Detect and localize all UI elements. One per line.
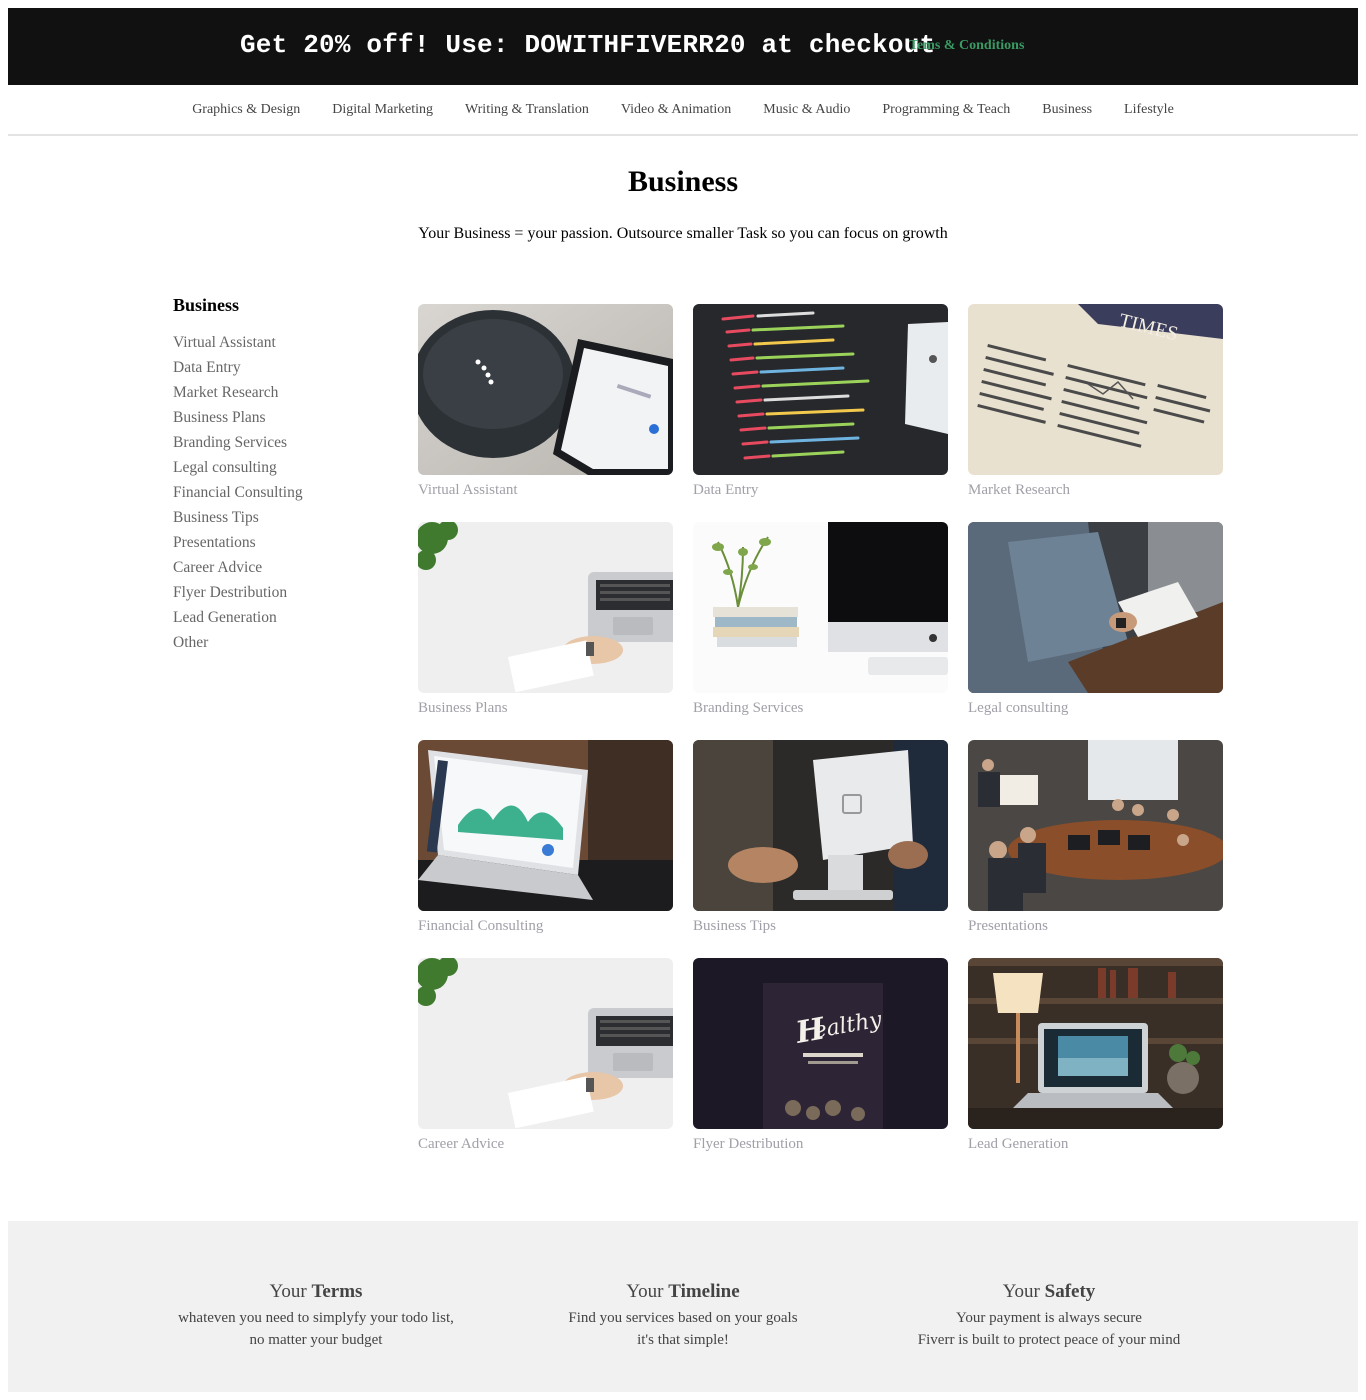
service-card[interactable]: Presentations — [968, 740, 1223, 958]
service-card[interactable]: Lead Generation — [968, 958, 1223, 1176]
sidebar-item-business-plans[interactable]: Business Plans — [173, 409, 373, 434]
sidebar-item-business-tips[interactable]: Business Tips — [173, 509, 373, 534]
service-card-label: Data Entry — [693, 482, 759, 498]
feature-line: whateven you need to simplyfy your todo … — [178, 1310, 454, 1326]
nav-item-music-audio[interactable]: Music & Audio — [747, 102, 866, 118]
category-nav: Graphics & Design Digital Marketing Writ… — [8, 85, 1358, 136]
nav-item-digital-marketing[interactable]: Digital Marketing — [316, 102, 449, 118]
conference-room-photo — [968, 740, 1223, 911]
service-card-label: Presentations — [968, 918, 1048, 934]
service-card[interactable]: H ealthy Flyer Destribution — [693, 958, 948, 1176]
nav-item-lifestyle[interactable]: Lifestyle — [1108, 102, 1190, 118]
nav-item-writing-translation[interactable]: Writing & Translation — [449, 102, 605, 118]
service-card-label: Career Advice — [418, 1136, 505, 1152]
service-card[interactable]: Financial Consulting — [418, 740, 673, 958]
healthy-food-sign-photo: H ealthy — [693, 958, 948, 1129]
service-card-label: Financial Consulting — [418, 918, 544, 934]
service-card-label: Legal consulting — [968, 700, 1069, 716]
nav-item-programming-teach[interactable]: Programming & Teach — [866, 102, 1026, 118]
nav-item-business[interactable]: Business — [1026, 102, 1108, 118]
sidebar-heading: Business — [173, 295, 240, 315]
features-footer: Your Terms whateven you need to simplyfy… — [8, 1221, 1358, 1392]
sidebar-item-virtual-assistant[interactable]: Virtual Assistant — [173, 334, 373, 359]
desk-laptop-hands-photo — [418, 958, 673, 1129]
sidebar: Business Virtual Assistant Data Entry Ma… — [173, 295, 373, 659]
sidebar-item-flyer-destribution[interactable]: Flyer Destribution — [173, 584, 373, 609]
sidebar-item-career-advice[interactable]: Career Advice — [173, 559, 373, 584]
desk-laptop-hands-photo — [418, 522, 673, 693]
sidebar-item-other[interactable]: Other — [173, 634, 373, 659]
sidebar-item-data-entry[interactable]: Data Entry — [173, 359, 373, 384]
sidebar-item-branding-services[interactable]: Branding Services — [173, 434, 373, 459]
service-card[interactable]: TIMES Market Research — [968, 304, 1223, 522]
page-subtitle: Your Business = your passion. Outsource … — [418, 225, 948, 242]
sidebar-item-lead-generation[interactable]: Lead Generation — [173, 609, 373, 634]
service-card-label: Market Research — [968, 482, 1071, 498]
nav-item-graphics-design[interactable]: Graphics & Design — [176, 102, 316, 118]
sidebar-item-presentations[interactable]: Presentations — [173, 534, 373, 559]
meeting-table-photo — [968, 522, 1223, 693]
sidebar-item-legal-consulting[interactable]: Legal consulting — [173, 459, 373, 484]
service-card[interactable]: Virtual Assistant — [418, 304, 673, 522]
service-card[interactable]: Career Advice — [418, 958, 673, 1176]
terms-link[interactable]: Tems & Conditions — [909, 38, 1024, 54]
promo-text: Get 20% off! Use: DOWITHFIVERR20 at chec… — [240, 30, 936, 60]
sidebar-item-financial-consulting[interactable]: Financial Consulting — [173, 484, 373, 509]
feature-line: it's that simple! — [637, 1332, 729, 1348]
service-card[interactable]: Branding Services — [693, 522, 948, 740]
service-card-label: Flyer Destribution — [693, 1136, 804, 1152]
service-card-label: Virtual Assistant — [418, 482, 518, 498]
feature-terms: Your Terms whateven you need to simplyfy… — [116, 1281, 516, 1351]
smart-speaker-phone-photo — [418, 304, 673, 475]
feature-line: Your payment is always secure — [956, 1310, 1142, 1326]
promo-banner: Get 20% off! Use: DOWITHFIVERR20 at chec… — [8, 8, 1358, 85]
feature-timeline: Your Timeline Find you services based on… — [483, 1281, 883, 1351]
sidebar-item-market-research[interactable]: Market Research — [173, 384, 373, 409]
service-card[interactable]: Business Plans — [418, 522, 673, 740]
service-card[interactable]: Business Tips — [693, 740, 948, 958]
desk-imac-books-photo — [693, 522, 948, 693]
service-card-label: Business Tips — [693, 918, 776, 934]
nav-item-video-animation[interactable]: Video & Animation — [605, 102, 747, 118]
laptop-analytics-photo — [418, 740, 673, 911]
newspaper-photo: TIMES — [968, 304, 1223, 475]
service-card-label: Business Plans — [418, 700, 508, 716]
feature-line: Fiverr is built to protect peace of your… — [917, 1332, 1181, 1348]
service-card[interactable]: Legal consulting — [968, 522, 1223, 740]
page-title: Business — [627, 165, 739, 198]
feature-title: Your Terms — [269, 1281, 363, 1302]
service-grid: Virtual Assistant Data Entry TIMES Marke… — [418, 304, 1223, 1176]
feature-title: Your Safety — [1002, 1281, 1096, 1302]
code-screen-photo — [693, 304, 948, 475]
service-card-label: Branding Services — [693, 700, 804, 716]
feature-safety: Your Safety Your payment is always secur… — [849, 1281, 1249, 1351]
service-card-label: Lead Generation — [968, 1136, 1069, 1152]
feature-title: Your Timeline — [626, 1281, 740, 1302]
pos-terminal-photo — [693, 740, 948, 911]
service-card[interactable]: Data Entry — [693, 304, 948, 522]
laptop-lamp-desk-photo — [968, 958, 1223, 1129]
feature-line: no matter your budget — [249, 1332, 383, 1348]
feature-line: Find you services based on your goals — [568, 1310, 798, 1326]
